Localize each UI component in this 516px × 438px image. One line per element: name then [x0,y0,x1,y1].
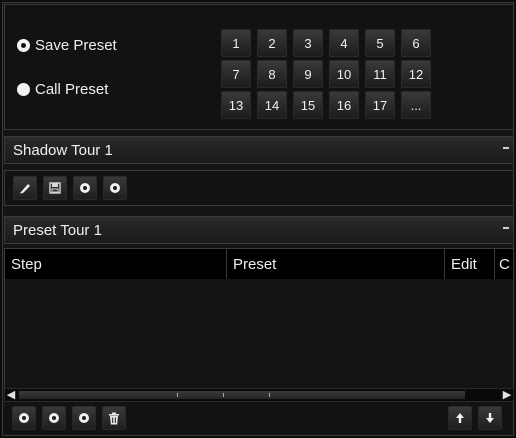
move-down-button[interactable] [478,406,502,430]
preset-tour-title: Preset Tour 1 [13,221,102,239]
scroll-track[interactable] [19,391,465,399]
clear-button[interactable] [42,406,66,430]
call-preset-label: Call Preset [35,81,109,98]
add-button[interactable] [12,406,36,430]
column-header-preset[interactable]: Preset [227,249,445,279]
preset-button-16[interactable]: 16 [329,91,359,119]
preset-button-6[interactable]: 6 [401,29,431,57]
preset-more-button[interactable]: ... [401,91,431,119]
scroll-tick [177,393,178,397]
save-preset-option[interactable]: Save Preset [17,37,117,54]
scroll-tick [223,393,224,397]
preset-button-9[interactable]: 9 [293,60,323,88]
save-icon [49,182,61,194]
preset-button-4[interactable]: 4 [329,29,359,57]
preset-button-8[interactable]: 8 [257,60,287,88]
preset-button-5[interactable]: 5 [365,29,395,57]
shadow-tour-title: Shadow Tour 1 [13,141,113,159]
preset-button-7[interactable]: 7 [221,60,251,88]
add-icon [19,413,29,423]
preset-button-10[interactable]: 10 [329,60,359,88]
call-button[interactable] [72,406,96,430]
preset-number-grid: 1 2 3 4 5 6 7 8 9 10 11 12 13 14 15 16 1… [221,29,431,119]
clear-icon [49,413,59,423]
preset-button-2[interactable]: 2 [257,29,287,57]
preset-button-3[interactable]: 3 [293,29,323,57]
column-header-edit[interactable]: Edit [445,249,495,279]
save-button[interactable] [43,176,67,200]
preset-button-12[interactable]: 12 [401,60,431,88]
preset-button-13[interactable]: 13 [221,91,251,119]
up-arrow-icon [456,413,464,423]
preset-button-17[interactable]: 17 [365,91,395,119]
move-up-button[interactable] [448,406,472,430]
preset-area: Save Preset Call Preset 1 2 3 4 5 6 7 8 … [4,4,514,130]
preset-button-1[interactable]: 1 [221,29,251,57]
horizontal-scrollbar[interactable]: ◀ ▶ [4,388,514,402]
scroll-tick [269,393,270,397]
collapse-icon[interactable] [503,227,509,229]
save-preset-label: Save Preset [35,37,117,54]
call-preset-option[interactable]: Call Preset [17,81,108,98]
edit-button[interactable] [13,176,37,200]
record-stop-icon [110,183,120,193]
pencil-icon [20,184,30,194]
down-arrow-icon [486,413,494,423]
table-header: Step Preset Edit C [5,249,513,279]
preset-tour-header[interactable]: Preset Tour 1 [4,216,514,244]
scroll-right-icon[interactable]: ▶ [501,389,513,401]
shadow-tour-header[interactable]: Shadow Tour 1 [4,136,514,164]
record-start-button[interactable] [73,176,97,200]
preset-button-15[interactable]: 15 [293,91,323,119]
preset-tour-toolbar [4,402,512,434]
shadow-tour-toolbar [4,170,514,206]
delete-icon [109,412,119,424]
preset-button-14[interactable]: 14 [257,91,287,119]
scroll-left-icon[interactable]: ◀ [5,389,17,401]
record-start-icon [80,183,90,193]
column-header-step[interactable]: Step [5,249,227,279]
call-icon [79,413,89,423]
column-header-c[interactable]: C [495,249,513,279]
record-stop-button[interactable] [103,176,127,200]
preset-button-11[interactable]: 11 [365,60,395,88]
collapse-icon[interactable] [503,147,509,149]
call-preset-radio[interactable] [17,83,30,96]
preset-tour-table: Step Preset Edit C [4,248,514,390]
delete-button[interactable] [102,406,126,430]
save-preset-radio[interactable] [17,39,30,52]
